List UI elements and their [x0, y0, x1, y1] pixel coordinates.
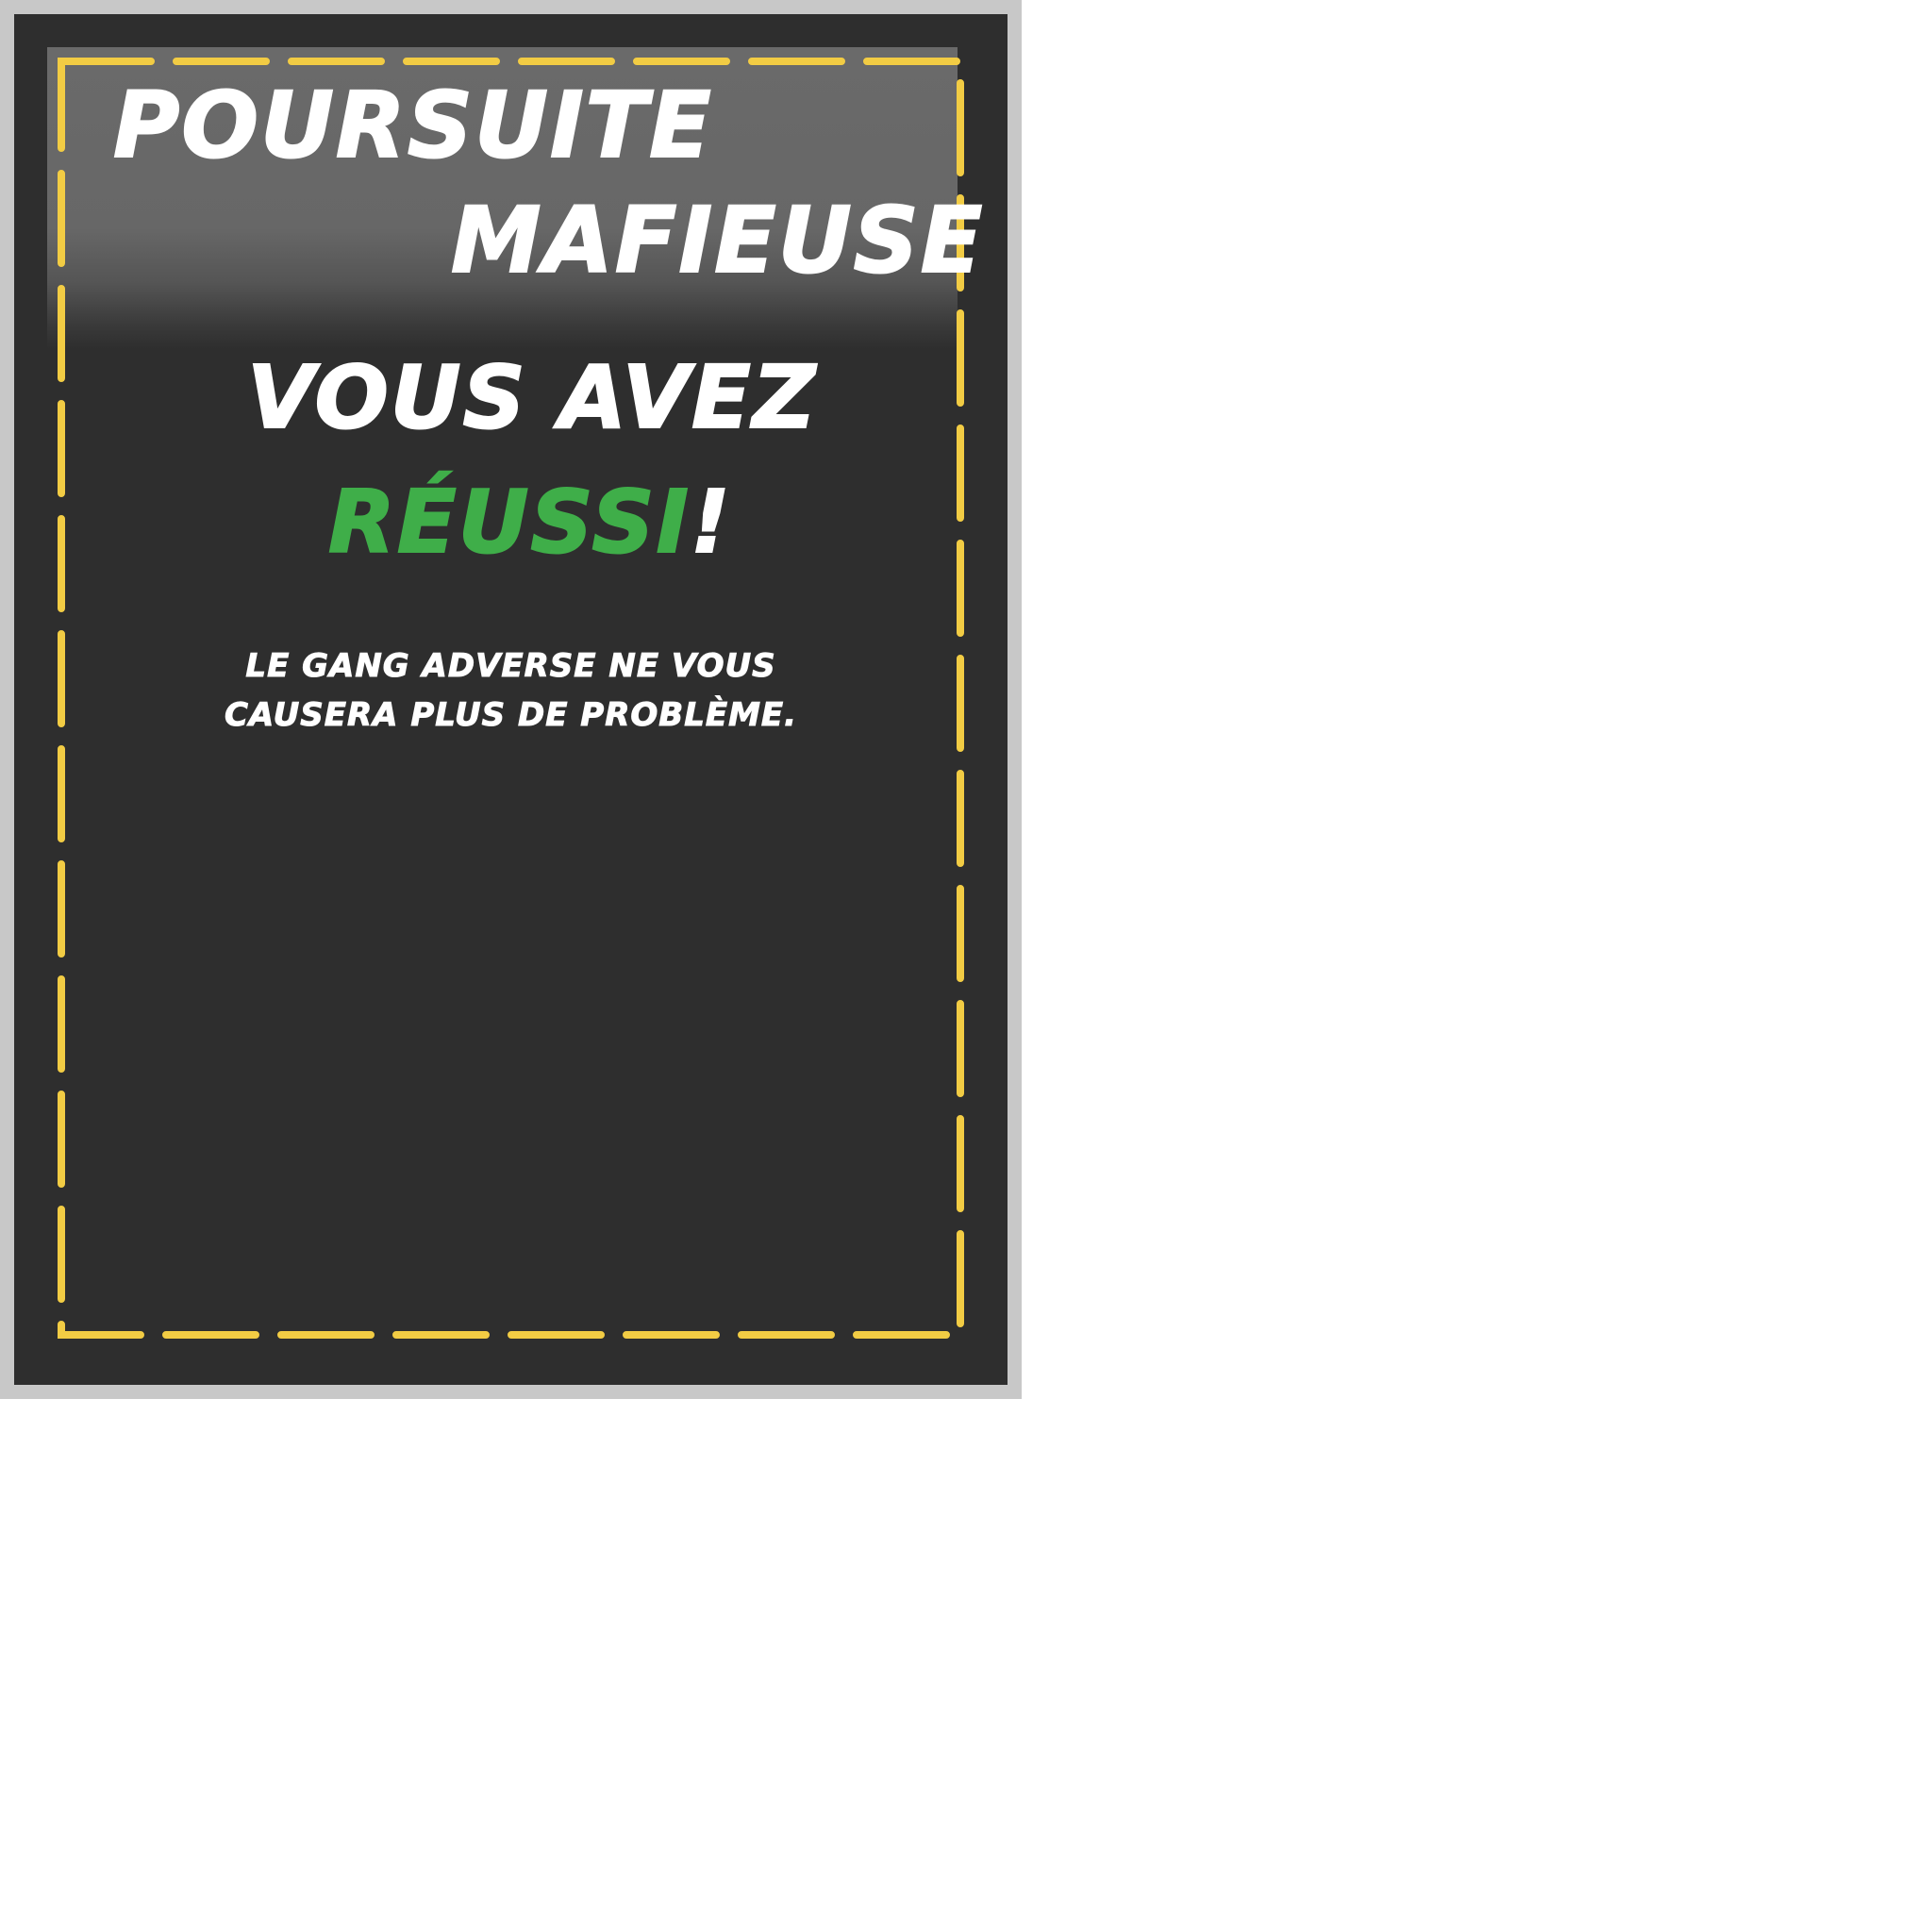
- success-word: Réussi: [327, 471, 691, 574]
- card-frame: Poursuite Mafieuse Vous avez Réussi! Le …: [0, 0, 1022, 1399]
- game-title-line-1: Poursuite: [112, 73, 713, 178]
- exclamation-mark: !: [690, 471, 732, 574]
- result-headline-line-2: Réussi!: [327, 471, 732, 574]
- result-message-line-1: Le gang adverse ne vous: [245, 647, 776, 686]
- result-headline-line-1: Vous avez: [246, 346, 818, 449]
- result-message-line-2: causera plus de problème.: [224, 696, 798, 735]
- game-title-line-2: Mafieuse: [450, 188, 985, 293]
